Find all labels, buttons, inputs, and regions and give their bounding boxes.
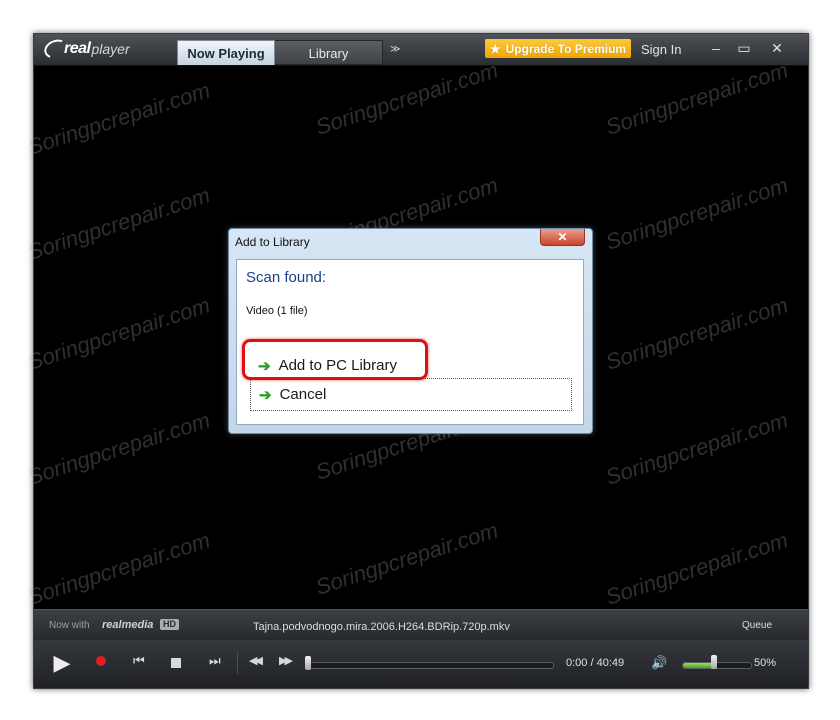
logo-real-text: real [64,40,91,57]
now-playing-filename: Tajna.podvodnogo.mira.2006.H264.BDRip.72… [253,621,510,633]
watermark-text: Soringpcrepair.com [602,407,791,490]
watermark-text: Soringpcrepair.com [602,527,791,610]
now-with-label: Now with [49,620,90,631]
cancel-button[interactable]: ➔ Cancel [250,378,572,411]
upgrade-label: Upgrade To Premium [505,41,627,56]
seek-handle[interactable] [305,656,311,670]
playback-controls: ▶ ⏮ ⏭ ◀◀ ▶▶ 0:00 / 40:49 🔊 50% [34,640,808,688]
logo-player-text: player [91,41,130,57]
more-tabs-icon[interactable]: ≫ [390,44,401,55]
add-to-library-dialog: Add to Library ✕ Scan found: Video (1 fi… [228,228,593,434]
dialog-title: Add to Library [235,235,310,249]
tab-now-playing[interactable]: Now Playing [177,40,275,65]
record-icon[interactable] [96,656,106,666]
title-bar: real player Now Playing Library ≫ ★ Upgr… [34,34,808,66]
watermark-text: Soringpcrepair.com [24,182,213,265]
maximize-icon[interactable]: ▭ [736,40,752,56]
watermark-text: Soringpcrepair.com [602,57,791,140]
volume-slider[interactable] [682,662,752,669]
play-icon[interactable]: ▶ [48,649,76,677]
watermark-text: Soringpcrepair.com [24,407,213,490]
seek-bar[interactable] [309,662,554,669]
watermark-text: Soringpcrepair.com [24,292,213,375]
minimize-icon[interactable]: – [708,40,724,56]
add-to-pc-library-label: Add to PC Library [278,357,397,374]
dialog-close-icon[interactable]: ✕ [540,229,585,246]
watermark-text: Soringpcrepair.com [312,517,501,600]
green-arrow-icon: ➔ [258,357,271,375]
upgrade-button[interactable]: ★ Upgrade To Premium [485,39,631,58]
volume-icon[interactable]: 🔊 [651,655,667,671]
watermark-text: Soringpcrepair.com [602,172,791,255]
tab-bar: Now Playing Library [177,40,383,65]
hd-badge: HD [160,619,179,630]
divider [237,652,238,674]
time-readout: 0:00 / 40:49 [566,657,625,669]
volume-percent: 50% [754,657,777,669]
volume-handle[interactable] [711,655,717,669]
rewind-icon[interactable]: ◀◀ [249,654,263,667]
dialog-body: Scan found: Video (1 file) ➔ Add to PC L… [236,259,584,425]
info-bar: Now with realmedia HD Tajna.podvodnogo.m… [34,609,808,640]
watermark-text: Soringpcrepair.com [24,77,213,160]
watermark-text: Soringpcrepair.com [312,57,501,140]
watermark-text: Soringpcrepair.com [602,292,791,375]
close-icon[interactable]: ✕ [769,40,785,56]
realmedia-logo: realmedia [102,619,154,631]
scan-heading: Scan found: [246,269,327,286]
green-arrow-icon: ➔ [259,386,272,404]
stop-icon[interactable] [171,658,181,668]
cancel-label: Cancel [279,386,327,403]
watermark-text: Soringpcrepair.com [24,527,213,610]
queue-button[interactable]: Queue [742,620,772,631]
sign-in-link[interactable]: Sign In [641,42,681,57]
previous-track-icon[interactable]: ⏮ [133,653,145,669]
next-track-icon[interactable]: ⏭ [209,653,221,669]
star-icon: ★ [489,41,501,56]
scan-result: Video (1 file) [246,305,308,317]
fast-forward-icon[interactable]: ▶▶ [279,654,293,667]
realplayer-logo: real player [41,36,130,62]
tab-library[interactable]: Library [275,40,383,65]
